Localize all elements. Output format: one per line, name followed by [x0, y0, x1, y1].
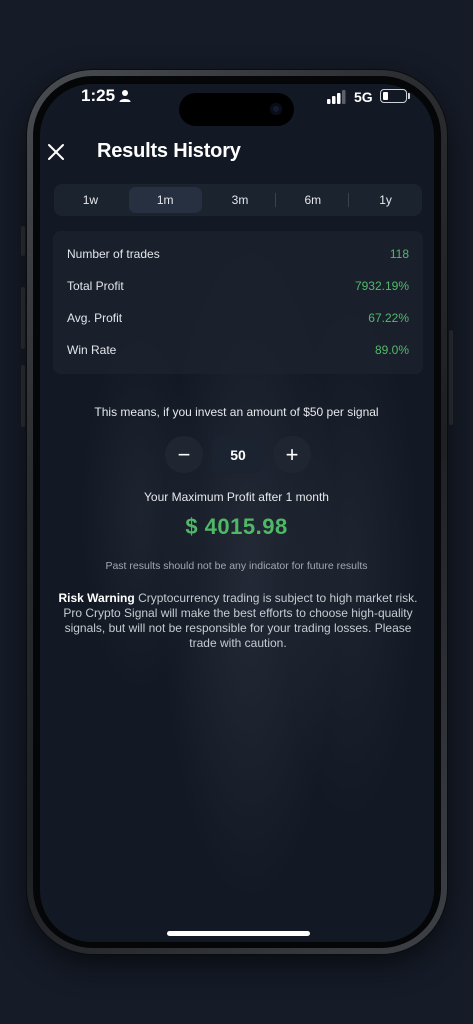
stat-value: 7932.19%: [354, 279, 409, 293]
tab-1y[interactable]: 1y: [349, 184, 422, 216]
person-icon: [119, 90, 131, 102]
stat-label: Total Profit: [67, 279, 124, 293]
tab-3m[interactable]: 3m: [204, 184, 277, 216]
stage: 1:25 5G Results History 1w 1m 3m 6m 1y N…: [0, 0, 473, 1024]
status-time: 1:25: [81, 86, 116, 105]
stat-value: 67.22%: [368, 311, 409, 325]
invest-explanation: This means, if you invest an amount of $…: [94, 405, 379, 419]
tab-1w[interactable]: 1w: [54, 184, 127, 216]
amount-input[interactable]: 50: [212, 436, 264, 473]
stat-row-total-profit: Total Profit 7932.19%: [67, 279, 409, 293]
disclaimer-text: Past results should not be any indicator…: [105, 560, 368, 572]
stat-value: 118: [389, 247, 409, 261]
period-tabs: 1w 1m 3m 6m 1y: [54, 184, 422, 216]
stat-row-avg-profit: Avg. Profit 67.22%: [67, 311, 409, 325]
network-type: 5G: [354, 89, 373, 105]
increase-button[interactable]: +: [273, 436, 311, 473]
signal-icon: [327, 90, 346, 104]
close-icon[interactable]: [44, 140, 68, 164]
minus-icon: −: [177, 441, 191, 467]
risk-warning-title: Risk Warning: [58, 591, 135, 605]
camera-icon: [270, 103, 282, 115]
stat-row-trades: Number of trades 118: [67, 247, 409, 261]
tab-label: 6m: [304, 193, 322, 207]
decrease-button[interactable]: −: [165, 436, 203, 473]
stat-row-win-rate: Win Rate 89.0%: [67, 343, 409, 357]
stat-label: Avg. Profit: [67, 311, 123, 325]
max-profit-value: $ 4015.98: [185, 514, 288, 539]
stat-label: Win Rate: [67, 343, 117, 357]
volume-up-button: [21, 287, 25, 349]
home-indicator[interactable]: [167, 931, 310, 936]
stats-card: Number of trades 118 Total Profit 7932.1…: [53, 231, 423, 374]
stat-value: 89.0%: [374, 343, 409, 357]
tab-label: 3m: [231, 193, 249, 207]
max-profit-label: Your Maximum Profit after 1 month: [144, 490, 329, 504]
risk-warning: Risk Warning Cryptocurrency trading is s…: [52, 591, 424, 651]
tab-6m[interactable]: 6m: [276, 184, 350, 216]
tab-1m[interactable]: 1m: [128, 187, 202, 213]
battery-icon: [380, 89, 407, 103]
plus-icon: +: [285, 441, 299, 467]
battery-cap: [408, 93, 410, 99]
stat-label: Number of trades: [67, 247, 160, 261]
action-button: [21, 226, 25, 256]
page-title: Results History: [97, 140, 241, 162]
